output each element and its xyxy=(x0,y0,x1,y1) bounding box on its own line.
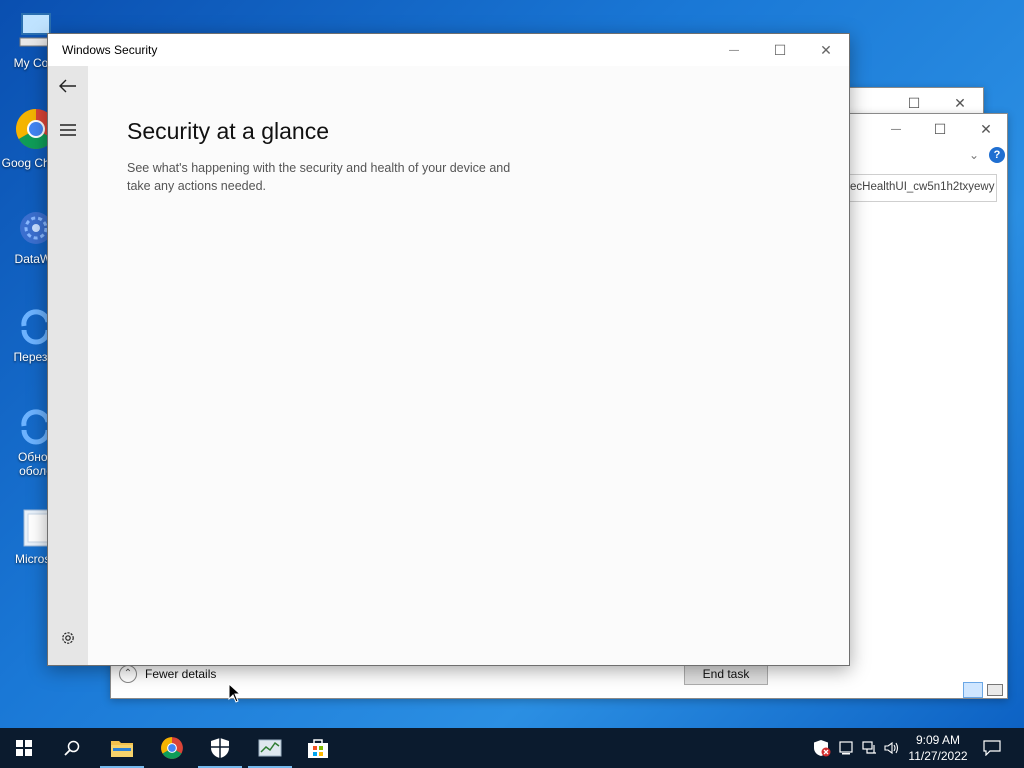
clock-date: 11/27/2022 xyxy=(908,749,968,763)
taskbar-chrome[interactable] xyxy=(148,728,196,768)
taskbar-file-explorer[interactable] xyxy=(98,728,146,768)
mouse-cursor-icon xyxy=(228,683,242,703)
tray-defender-alert[interactable] xyxy=(812,738,832,758)
file-explorer-icon xyxy=(111,741,133,757)
minimize-button[interactable]: — xyxy=(711,35,757,65)
windows-security-icon xyxy=(211,738,229,758)
back-arrow-icon xyxy=(59,79,76,93)
close-icon: ✕ xyxy=(954,94,966,111)
window-title: Windows Security xyxy=(62,43,158,57)
view-icons-icon[interactable] xyxy=(987,684,1003,696)
desktop: My Com Goog Chrom DataWa Перезаг Обнов о… xyxy=(0,0,1024,728)
fewer-details-label: Fewer details xyxy=(145,667,217,681)
view-details-icon[interactable] xyxy=(963,682,983,698)
minimize-button[interactable]: — xyxy=(873,114,919,144)
menu-button[interactable] xyxy=(48,110,88,150)
close-icon: ✕ xyxy=(820,41,832,58)
taskbar-windows-security[interactable] xyxy=(196,728,244,768)
back-button[interactable] xyxy=(48,66,88,106)
taskbar: 9:09 AM 11/27/2022 xyxy=(0,728,1024,768)
start-icon xyxy=(16,740,32,756)
tray-device[interactable] xyxy=(836,738,856,758)
defender-alert-icon xyxy=(814,740,831,757)
search-icon xyxy=(64,740,80,756)
device-icon xyxy=(839,741,853,755)
page-description: See what's happening with the security a… xyxy=(127,161,511,193)
minimize-icon: — xyxy=(891,123,901,135)
maximize-icon: ☐ xyxy=(933,120,947,137)
title-bar[interactable]: Windows Security — ☐ ✕ xyxy=(48,34,849,66)
fewer-details-button[interactable]: ⌃ Fewer details xyxy=(119,664,216,684)
store-icon xyxy=(308,739,328,758)
page-title: Security at a glance xyxy=(127,118,330,144)
start-button[interactable] xyxy=(0,728,48,768)
volume-icon xyxy=(884,741,899,755)
notification-icon xyxy=(983,740,1001,756)
close-button[interactable]: ✕ xyxy=(963,114,1009,144)
end-task-button[interactable]: End task xyxy=(684,663,768,685)
action-center-button[interactable] xyxy=(982,738,1002,758)
network-icon xyxy=(862,741,876,754)
clock[interactable]: 9:09 AM 11/27/2022 xyxy=(902,732,974,764)
task-manager-icon xyxy=(258,739,282,757)
maximize-icon: ☐ xyxy=(907,94,921,111)
path-field-value: ecHealthUI_cw5n1h2txyewy xyxy=(850,181,995,193)
chevron-down-icon[interactable]: ⌄ xyxy=(969,148,979,162)
navigation-pane xyxy=(48,66,88,665)
close-button[interactable]: ✕ xyxy=(803,35,849,65)
clock-time: 9:09 AM xyxy=(915,733,961,747)
path-field[interactable]: ecHealthUI_cw5n1h2txyewy xyxy=(849,174,997,202)
tray-volume[interactable] xyxy=(882,738,902,758)
help-button[interactable]: ? xyxy=(989,147,1005,163)
close-icon: ✕ xyxy=(980,120,992,137)
end-task-label: End task xyxy=(702,667,750,681)
chevron-up-circle-icon: ⌃ xyxy=(119,665,137,683)
hamburger-menu-icon xyxy=(60,124,76,136)
taskbar-task-manager[interactable] xyxy=(246,728,294,768)
search-button[interactable] xyxy=(48,728,96,768)
settings-button[interactable] xyxy=(48,618,88,658)
maximize-button[interactable]: ☐ xyxy=(917,114,963,144)
gear-icon xyxy=(62,632,74,644)
minimize-icon: — xyxy=(729,44,739,56)
taskbar-store[interactable] xyxy=(294,728,342,768)
windows-security-window[interactable]: Windows Security — ☐ ✕ Security at a gla… xyxy=(47,33,850,666)
chrome-icon xyxy=(161,737,183,759)
maximize-icon: ☐ xyxy=(773,41,787,58)
help-icon: ? xyxy=(993,149,1001,161)
tray-network[interactable] xyxy=(860,738,880,758)
maximize-button[interactable]: ☐ xyxy=(757,35,803,65)
